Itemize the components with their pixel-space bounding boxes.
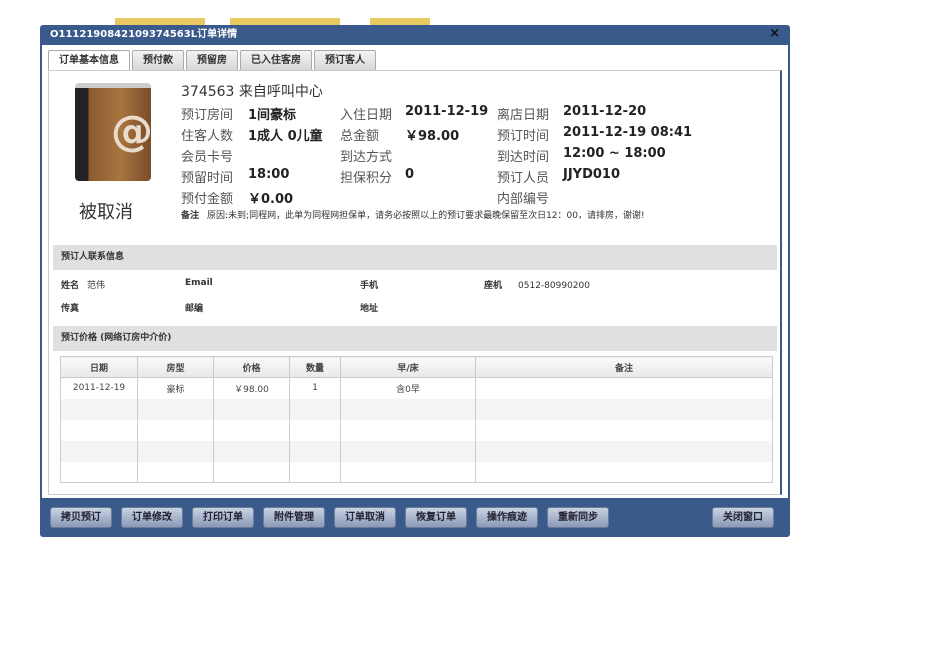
field-label: 离店日期 [497, 108, 550, 123]
cell-date: 2011-12-19 [60, 377, 138, 399]
copy-booking-button[interactable]: 拷贝预订 [50, 507, 112, 528]
col-remark: 备注 [475, 356, 773, 378]
contact-fax-label: 传真 [61, 304, 80, 314]
field-label: 预留时间 [181, 171, 234, 186]
background-strip [115, 18, 205, 25]
attachments-button[interactable]: 附件管理 [263, 507, 325, 528]
field-value: JJYD010 [563, 167, 621, 182]
tab-reserved-rooms[interactable]: 预留房 [186, 50, 238, 70]
action-bar: 拷贝预订 订单修改 打印订单 附件管理 订单取消 恢复订单 操作痕迹 重新同步 … [50, 507, 780, 528]
contact-mobile-label: 手机 [360, 281, 379, 291]
cancel-order-button[interactable]: 订单取消 [334, 507, 396, 528]
price-section-header: 预订价格 (网络订房中介价) [53, 326, 777, 351]
field-label: 预付金额 [181, 192, 234, 207]
table-row-empty [60, 440, 773, 462]
field-value: 1间豪标 [248, 108, 297, 123]
field-label: 到达方式 [340, 150, 393, 165]
contact-address-label: 地址 [360, 304, 379, 314]
field-label: 到达时间 [497, 150, 550, 165]
dialog-title: O1112190842109374563L订单详情 [50, 29, 238, 40]
background-strip [370, 18, 430, 25]
col-date: 日期 [60, 356, 138, 378]
contact-email-label: Email [185, 278, 213, 288]
cell-price: ￥98.00 [213, 377, 290, 399]
order-status: 被取消 [79, 202, 133, 223]
address-book-icon: @ [75, 83, 153, 181]
field-value: 1成人 0儿童 [248, 129, 323, 144]
order-note: 备注 原因:未到;同程网，此单为同程网担保单，请务必按照以上的预订要求最晚保留至次… [181, 210, 661, 223]
contact-phone: 座机 0512-80990200 [484, 281, 590, 291]
resync-button[interactable]: 重新同步 [547, 507, 609, 528]
cell-breakfast: 含0早 [340, 377, 476, 399]
table-row-empty [60, 419, 773, 441]
col-room-type: 房型 [137, 356, 214, 378]
field-label: 预订时间 [497, 129, 550, 144]
contact-section-header: 预订人联系信息 [53, 245, 777, 270]
col-quantity: 数量 [289, 356, 341, 378]
table-row-empty [60, 461, 773, 483]
background-strip [230, 18, 340, 25]
col-breakfast: 早/床 [340, 356, 476, 378]
field-value: 2011-12-19 [405, 104, 489, 119]
tab-prepayment[interactable]: 预付款 [132, 50, 184, 70]
close-icon[interactable]: × [769, 26, 780, 41]
cell-remark [475, 377, 773, 399]
field-label: 总金额 [340, 129, 380, 144]
table-row: 2011-12-19 豪标 ￥98.00 1 含0早 [60, 377, 773, 399]
field-value: 2011-12-20 [563, 104, 647, 119]
field-label: 会员卡号 [181, 150, 234, 165]
field-label: 预订人员 [497, 171, 550, 186]
close-window-button[interactable]: 关闭窗口 [712, 507, 774, 528]
tab-bar: 订单基本信息 预付款 预留房 已入住客房 预订客人 [48, 50, 378, 71]
field-value: 2011-12-19 08:41 [563, 125, 693, 140]
restore-order-button[interactable]: 恢复订单 [405, 507, 467, 528]
field-value: 12:00 ~ 18:00 [563, 146, 666, 161]
note-text: 原因:未到;同程网，此单为同程网担保单，请务必按照以上的预订要求最晚保留至次日1… [207, 211, 645, 221]
field-value: 18:00 [248, 167, 290, 182]
tab-guests[interactable]: 预订客人 [314, 50, 376, 70]
field-label: 入住日期 [340, 108, 393, 123]
contact-zip-label: 邮编 [185, 304, 204, 314]
tab-checked-in-rooms[interactable]: 已入住客房 [240, 50, 312, 70]
field-label: 住客人数 [181, 129, 234, 144]
contact-name: 姓名 范伟 [61, 281, 106, 291]
order-headline: 374563 来自呼叫中心 [181, 84, 323, 100]
col-price: 价格 [213, 356, 290, 378]
note-label: 备注 [181, 211, 200, 221]
modify-order-button[interactable]: 订单修改 [121, 507, 183, 528]
dialog-body: 订单基本信息 预付款 预留房 已入住客房 预订客人 @ 被取消 374563 来… [42, 45, 788, 498]
tab-basic-info[interactable]: 订单基本信息 [48, 50, 130, 71]
price-table: 日期 房型 价格 数量 早/床 备注 2011-12-19 豪标 ￥98.00 … [60, 356, 773, 483]
field-value: ￥98.00 [405, 129, 460, 144]
field-value: ￥0.00 [248, 192, 294, 207]
field-label: 内部编号 [497, 192, 550, 207]
field-label: 预订房间 [181, 108, 234, 123]
cell-quantity: 1 [289, 377, 341, 399]
field-value: 0 [405, 167, 415, 182]
print-order-button[interactable]: 打印订单 [192, 507, 254, 528]
cell-room-type: 豪标 [137, 377, 214, 399]
basic-info-panel: @ 被取消 374563 来自呼叫中心 预订房间 1间豪标 入住日期 2011-… [48, 70, 782, 495]
operation-log-button[interactable]: 操作痕迹 [476, 507, 538, 528]
order-detail-dialog: O1112190842109374563L订单详情 × 订单基本信息 预付款 预… [40, 25, 790, 537]
table-row-empty [60, 398, 773, 420]
field-label: 担保积分 [340, 171, 393, 186]
